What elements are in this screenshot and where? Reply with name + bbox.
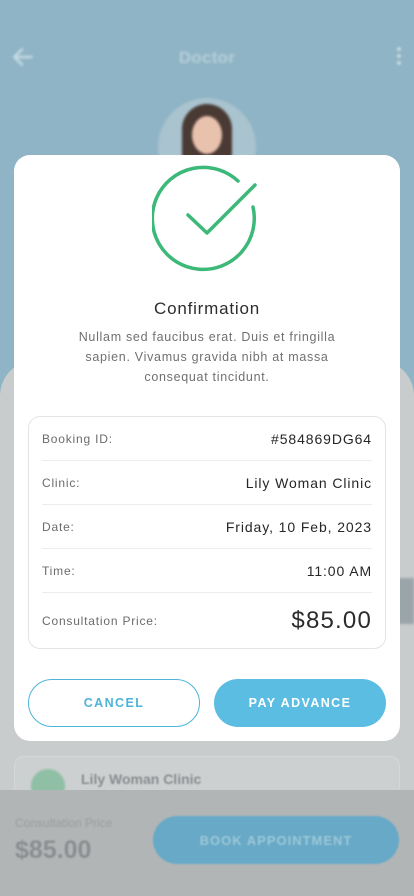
detail-label: Time:: [42, 563, 76, 578]
background-price-label: Consultation Price: [15, 816, 113, 830]
detail-value: Friday, 10 Feb, 2023: [225, 518, 372, 535]
detail-value: Lily Woman Clinic: [245, 474, 372, 491]
background-clinic-name: Lily Woman Clinic: [81, 771, 202, 787]
check-circle-icon: [152, 165, 257, 272]
detail-row-booking-id: Booking ID: #584869DG64: [42, 417, 372, 461]
detail-value: 11:00 AM: [306, 562, 372, 579]
background-price: $85.00: [15, 836, 92, 864]
background-page-title: Doctor: [178, 48, 236, 67]
cancel-button[interactable]: CANCEL: [28, 679, 200, 727]
dialog-description: Nullam sed faucibus erat. Duis et fringi…: [78, 330, 336, 384]
detail-row-date: Date: Friday, 10 Feb, 2023: [42, 505, 372, 549]
detail-label: Consultation Price:: [42, 614, 158, 628]
consultation-price-value: $85.00: [291, 607, 372, 634]
detail-row-time: Time: 11:00 AM: [42, 549, 372, 593]
background-app-bar: Doctor: [0, 36, 414, 80]
detail-label: Date:: [42, 519, 75, 534]
dialog-title: Confirmation: [154, 299, 260, 318]
more-vertical-icon: [396, 44, 402, 70]
detail-label: Booking ID:: [42, 431, 113, 446]
book-appointment-button: BOOK APPOINTMENT: [153, 816, 399, 864]
pay-advance-button[interactable]: PAY ADVANCE: [214, 679, 386, 727]
booking-details-card: Booking ID: #584869DG64 Clinic: Lily Wom…: [28, 416, 386, 649]
detail-value: #584869DG64: [271, 430, 372, 447]
detail-row-price: Consultation Price: $85.00: [42, 593, 372, 649]
detail-row-clinic: Clinic: Lily Woman Clinic: [42, 461, 372, 505]
detail-label: Clinic:: [42, 475, 81, 490]
confirmation-dialog: Confirmation Nullam sed faucibus erat. D…: [14, 155, 400, 741]
background-bottom-bar: Consultation Price $85.00 BOOK APPOINTME…: [0, 790, 414, 896]
